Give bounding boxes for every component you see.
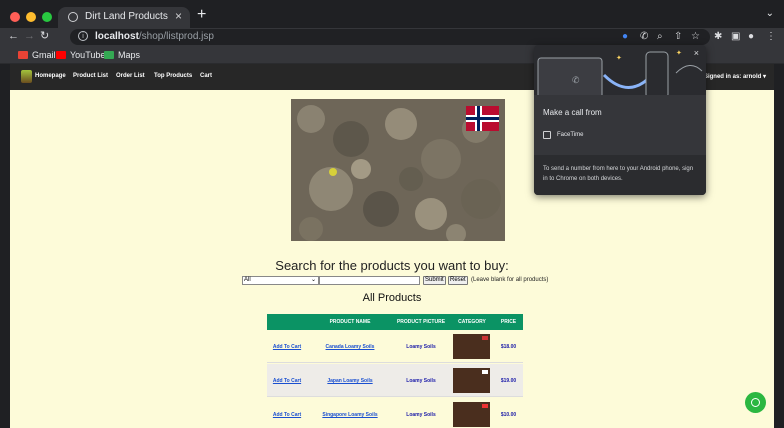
popup-footer: To send a number from here to your Andro… [534, 155, 706, 195]
menu-icon[interactable]: ⋮ [766, 31, 776, 42]
right-gutter [774, 64, 784, 428]
nav-top-products[interactable]: Top Products [154, 73, 192, 79]
svg-text:✆: ✆ [572, 76, 580, 86]
gmail-icon [18, 51, 28, 59]
product-picture [453, 368, 490, 393]
window-controls [10, 12, 52, 22]
new-tab-button[interactable]: + [197, 7, 206, 23]
devices-illustration: ✆ ✦ ✦ [537, 49, 703, 99]
product-name-link[interactable]: Canada Loamy Soils [313, 344, 387, 350]
nav-order-list[interactable]: Order List [116, 73, 145, 79]
youtube-icon [56, 51, 66, 59]
col-product-name: PRODUCT NAME [329, 319, 371, 325]
flag-icon [482, 404, 488, 408]
svg-text:✦: ✦ [616, 54, 622, 62]
bookmark-star-icon[interactable]: ☆ [691, 31, 700, 42]
search-hint: (Leave blank for all products) [471, 277, 549, 283]
product-price: $19.00 [500, 378, 517, 384]
nav-cart[interactable]: Cart [200, 73, 212, 79]
site-info-icon[interactable]: i [78, 31, 88, 41]
product-category: Loamy Soils [406, 412, 436, 418]
share-icon[interactable]: ⇧ [674, 31, 682, 42]
phone-icon[interactable]: ✆ [640, 31, 648, 42]
bookmark-maps[interactable]: Maps [104, 50, 140, 60]
browser-tab[interactable]: Dirt Land Products × [58, 7, 190, 28]
bookmark-gmail[interactable]: Gmail [18, 50, 56, 60]
site-logo[interactable] [21, 70, 32, 83]
add-to-cart-link[interactable]: Add To Cart [267, 412, 307, 418]
popup-title: Make a call from [543, 108, 602, 117]
facetime-label: FaceTime [557, 132, 584, 138]
omnibox[interactable]: i localhost/shop/listprod.jsp [70, 29, 710, 45]
tab-title: Dirt Land Products [85, 11, 168, 22]
add-to-cart-link[interactable]: Add To Cart [267, 344, 307, 350]
add-to-cart-link[interactable]: Add To Cart [267, 378, 307, 384]
norway-flag-icon [466, 106, 499, 131]
google-icon[interactable]: ● [622, 31, 628, 42]
col-product-picture: PRODUCT PICTURE [396, 319, 446, 325]
bookmark-label: YouTube [70, 50, 106, 60]
signed-in-menu[interactable]: Signed in as: arnold ▾ [704, 73, 766, 80]
globe-icon [68, 12, 78, 22]
popup-illustration: ✆ ✦ ✦ [534, 45, 706, 99]
nav-homepage[interactable]: Homepage [35, 73, 66, 79]
forward-icon[interactable]: → [24, 30, 35, 43]
category-select[interactable]: All ⌄ [242, 276, 319, 285]
call-popup: ✆ ✦ ✦ × Make a call from FaceTime To sen… [534, 45, 706, 195]
product-picture [453, 334, 490, 359]
left-gutter [0, 64, 10, 428]
search-heading: Search for the products you want to buy: [275, 258, 509, 273]
table-row: Add To Cart Canada Loamy Soils Loamy Soi… [267, 330, 523, 363]
side-panel-icon[interactable]: ▣ [731, 31, 740, 42]
reset-button[interactable]: Reset [448, 276, 468, 285]
product-price: $10.00 [500, 412, 517, 418]
table-row: Add To Cart Japan Loamy Soils Loamy Soil… [267, 364, 523, 397]
popup-footer-text: To send a number from here to your Andro… [543, 166, 694, 182]
table-row: Add To Cart Singapore Loamy Soils Loamy … [267, 398, 523, 428]
external-link-icon [543, 131, 551, 139]
all-products-heading: All Products [362, 292, 422, 304]
product-name-link[interactable]: Japan Loamy Soils [313, 378, 387, 384]
svg-text:✦: ✦ [676, 49, 682, 57]
table-header: PRODUCT NAME PRODUCT PICTURE CATEGORY PR… [267, 314, 523, 330]
maps-icon [104, 51, 114, 59]
nav-product-list[interactable]: Product List [73, 73, 108, 79]
category-select-value: All [244, 277, 251, 283]
bookmark-label: Maps [118, 50, 141, 60]
whatsapp-chat-button[interactable] [745, 392, 766, 413]
profile-icon[interactable]: ● [748, 31, 754, 42]
bookmark-youtube[interactable]: YouTube [56, 50, 105, 60]
url-host: localhost [95, 31, 139, 42]
address-bar: ← → ↻ i localhost/shop/listprod.jsp ● ✆ … [0, 28, 784, 46]
chevron-down-icon: ⌄ [310, 277, 316, 283]
close-window-button[interactable] [10, 12, 20, 22]
url-text[interactable]: localhost/shop/listprod.jsp [95, 31, 214, 42]
submit-button[interactable]: Submit [423, 276, 446, 285]
flag-icon [482, 336, 488, 340]
facetime-option[interactable]: FaceTime [543, 131, 583, 139]
maximize-window-button[interactable] [42, 12, 52, 22]
minimize-window-button[interactable] [26, 12, 36, 22]
product-name-link[interactable]: Singapore Loamy Soils [313, 412, 387, 418]
product-picture [453, 402, 490, 427]
product-price: $18.00 [500, 344, 517, 350]
col-price: PRICE [500, 319, 517, 325]
zoom-icon[interactable]: ⌕ [657, 31, 663, 42]
product-search-input[interactable] [319, 276, 420, 285]
reload-icon[interactable]: ↻ [40, 30, 49, 43]
tab-close-icon[interactable]: × [175, 9, 182, 23]
popup-close-icon[interactable]: × [694, 48, 699, 58]
browser-tab-bar: Dirt Land Products × + ⌄ [0, 0, 784, 28]
col-category: CATEGORY [458, 319, 486, 325]
url-path: /shop/listprod.jsp [138, 31, 214, 42]
product-category: Loamy Soils [406, 344, 436, 350]
tab-search-chevron-icon[interactable]: ⌄ [766, 8, 774, 19]
flag-icon [482, 370, 488, 374]
bookmark-label: Gmail [32, 50, 56, 60]
product-category: Loamy Soils [406, 378, 436, 384]
extensions-icon[interactable]: ✱ [714, 31, 722, 42]
back-icon[interactable]: ← [8, 30, 19, 43]
